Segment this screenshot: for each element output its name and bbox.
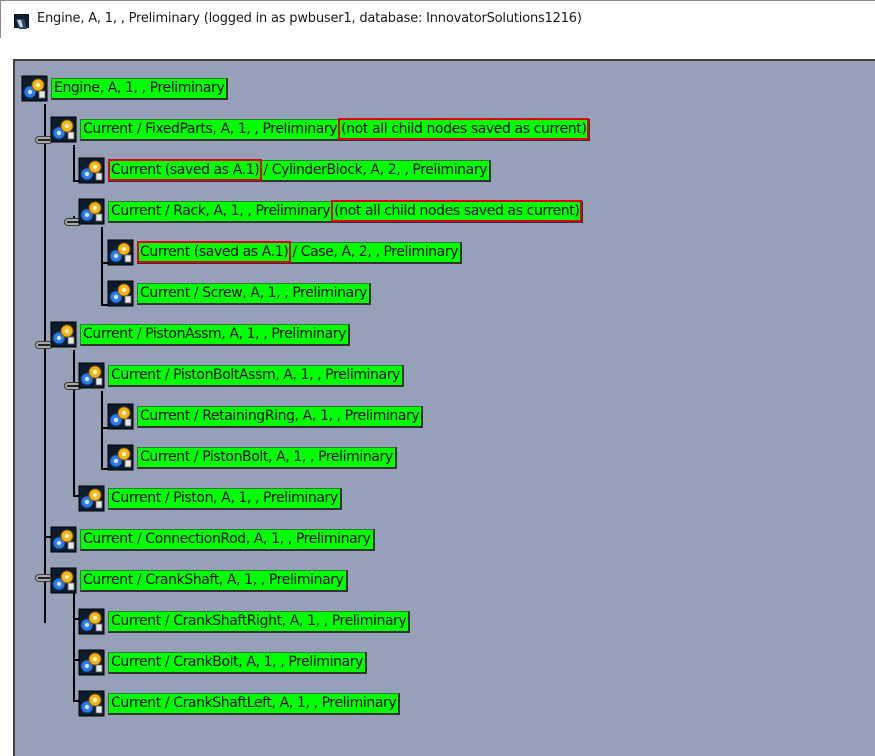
tree-node-label[interactable]: Current / Rack, A, 1, , Preliminary (not… <box>108 200 584 223</box>
highlighted-annotation: (not all child nodes saved as current) <box>338 118 590 140</box>
part-gear-icon[interactable] <box>50 526 77 553</box>
tree-node-fixedparts[interactable]: Current / FixedParts, A, 1, , Preliminar… <box>50 116 591 143</box>
title-bar[interactable]: Engine, A, 1, , Preliminary (logged in a… <box>0 0 875 38</box>
tree-connector <box>73 145 75 180</box>
tree-connector <box>73 592 75 701</box>
node-label-text: Current / CrankShaft, A, 1, , Preliminar… <box>83 572 344 588</box>
part-gear-icon[interactable] <box>78 608 105 635</box>
tree-connector <box>101 391 103 469</box>
tree-node-label[interactable]: Current / PistonBolt, A, 1, , Preliminar… <box>137 446 397 469</box>
part-gear-icon[interactable] <box>107 403 134 430</box>
node-label-text: Current / PistonBolt, A, 1, , Preliminar… <box>140 449 393 465</box>
tree-node-crankshaftleft[interactable]: Current / CrankShaftLeft, A, 1, , Prelim… <box>78 690 401 717</box>
node-label-text: Current / RetainingRing, A, 1, , Prelimi… <box>140 408 420 424</box>
tree-node-label[interactable]: Current / PistonAssm, A, 1, , Preliminar… <box>80 323 350 346</box>
part-gear-icon[interactable] <box>78 649 105 676</box>
tree-connector <box>44 104 46 623</box>
tree-connector <box>73 350 75 496</box>
node-label-text: Current / Piston, A, 1, , Preliminary <box>111 490 338 506</box>
tree-node-screw[interactable]: Current / Screw, A, 1, , Preliminary <box>107 280 372 307</box>
highlighted-annotation: Current (saved as A.1) <box>107 159 263 181</box>
tree-node-label[interactable]: Current / CrankShaftLeft, A, 1, , Prelim… <box>108 692 401 715</box>
tree-node-label[interactable]: Current / Piston, A, 1, , Preliminary <box>108 487 342 510</box>
tree-node-crankshaftright[interactable]: Current / CrankShaftRight, A, 1, , Preli… <box>78 608 411 635</box>
node-label-text: Current / Screw, A, 1, , Preliminary <box>140 285 368 301</box>
part-gear-icon[interactable] <box>107 280 134 307</box>
tree-node-retainingring[interactable]: Current / RetainingRing, A, 1, , Prelimi… <box>107 403 424 430</box>
part-gear-icon[interactable] <box>107 444 134 471</box>
highlighted-annotation: Current (saved as A.1) <box>136 241 292 263</box>
tree-node-crankbolt[interactable]: Current / CrankBolt, A, 1, , Preliminary <box>78 649 367 676</box>
tree-node-case[interactable]: Current (saved as A.1) / Case, A, 2, , P… <box>107 239 463 266</box>
tree-node-label[interactable]: Current / PistonBoltAssm, A, 1, , Prelim… <box>108 364 404 387</box>
node-label-text: / Case, A, 2, , Preliminary <box>288 244 459 260</box>
part-gear-icon[interactable] <box>78 690 105 717</box>
assembly-gear-icon[interactable] <box>78 198 105 225</box>
tree-node-label[interactable]: Current / ConnectionRod, A, 1, , Prelimi… <box>80 528 375 551</box>
specification-tree[interactable]: Engine, A, 1, , Preliminary Current / Fix… <box>13 59 875 756</box>
tree-node-label[interactable]: Current / FixedParts, A, 1, , Preliminar… <box>80 118 591 141</box>
tree-node-cylinderblock[interactable]: Current (saved as A.1) / CylinderBlock, … <box>78 157 492 184</box>
tree-node-pistonbolt[interactable]: Current / PistonBolt, A, 1, , Preliminar… <box>107 444 397 471</box>
tree-node-rack[interactable]: Current / Rack, A, 1, , Preliminary (not… <box>78 198 584 225</box>
node-label-text: Current / ConnectionRod, A, 1, , Prelimi… <box>83 531 371 547</box>
tree-node-crankshaft[interactable]: Current / CrankShaft, A, 1, , Preliminar… <box>50 567 348 594</box>
node-label-text: Engine, A, 1, , Preliminary <box>54 80 225 96</box>
assembly-gear-icon[interactable] <box>78 362 105 389</box>
part-gear-icon[interactable] <box>107 239 134 266</box>
node-label-text: Current / PistonBoltAssm, A, 1, , Prelim… <box>111 367 400 383</box>
node-label-text: Current / CrankBolt, A, 1, , Preliminary <box>111 654 363 670</box>
tree-node-label[interactable]: Current / RetainingRing, A, 1, , Prelimi… <box>137 405 424 428</box>
assembly-gear-icon[interactable] <box>21 75 48 102</box>
tree-node-label[interactable]: Current (saved as A.1) / CylinderBlock, … <box>107 159 492 182</box>
part-gear-icon[interactable] <box>78 485 105 512</box>
node-label-text: Current / FixedParts, A, 1, , Preliminar… <box>83 121 342 137</box>
catia-app-icon <box>14 14 29 29</box>
tree-node-label[interactable]: Engine, A, 1, , Preliminary <box>51 77 229 100</box>
assembly-gear-icon[interactable] <box>50 116 77 143</box>
tree-node-piston[interactable]: Current / Piston, A, 1, , Preliminary <box>78 485 342 512</box>
tree-node-connectionrod[interactable]: Current / ConnectionRod, A, 1, , Prelimi… <box>50 526 375 553</box>
highlighted-annotation: (not all child nodes saved as current) <box>331 200 583 222</box>
tree-node-pistonboltassm[interactable]: Current / PistonBoltAssm, A, 1, , Prelim… <box>78 362 404 389</box>
tree-node-label[interactable]: Current / CrankShaftRight, A, 1, , Preli… <box>108 610 411 633</box>
tree-node-label[interactable]: Current / Screw, A, 1, , Preliminary <box>137 282 372 305</box>
application-window: Engine, A, 1, , Preliminary (logged in a… <box>0 0 875 756</box>
window-title: Engine, A, 1, , Preliminary (logged in a… <box>37 11 582 26</box>
part-gear-icon[interactable] <box>78 157 105 184</box>
tree-node-label[interactable]: Current / CrankShaft, A, 1, , Preliminar… <box>80 569 348 592</box>
tree-connector <box>101 227 103 305</box>
node-label-text: Current / Rack, A, 1, , Preliminary <box>111 203 335 219</box>
node-label-text: / CylinderBlock, A, 2, , Preliminary <box>259 162 488 178</box>
assembly-gear-icon[interactable] <box>50 567 77 594</box>
tree-node-engine[interactable]: Engine, A, 1, , Preliminary <box>21 75 229 102</box>
assembly-gear-icon[interactable] <box>50 321 77 348</box>
tree-node-pistonassm[interactable]: Current / PistonAssm, A, 1, , Preliminar… <box>50 321 350 348</box>
node-label-text: Current / CrankShaftLeft, A, 1, , Prelim… <box>111 695 397 711</box>
node-label-text: Current / CrankShaftRight, A, 1, , Preli… <box>111 613 407 629</box>
tree-node-label[interactable]: Current / CrankBolt, A, 1, , Preliminary <box>108 651 367 674</box>
tree-node-label[interactable]: Current (saved as A.1) / Case, A, 2, , P… <box>136 241 463 264</box>
node-label-text: Current / PistonAssm, A, 1, , Preliminar… <box>83 326 346 342</box>
